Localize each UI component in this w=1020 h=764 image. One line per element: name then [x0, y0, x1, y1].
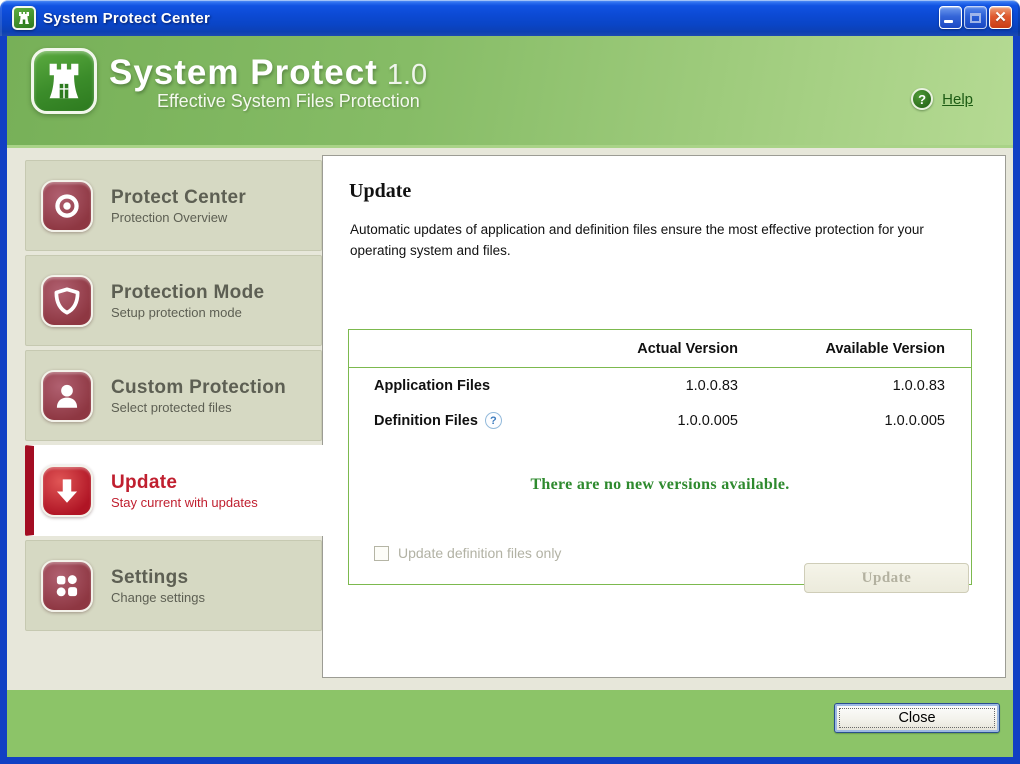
close-button[interactable]: Close: [834, 703, 1000, 733]
user-icon: [41, 369, 93, 422]
sidebar-item-subtitle: Select protected files: [111, 399, 232, 415]
sidebar-item-custom-protection[interactable]: Custom Protection Select protected files: [25, 350, 322, 441]
update-definition-only-checkbox[interactable]: [374, 545, 389, 561]
status-message: There are no new versions available.: [530, 476, 790, 493]
header-banner: System Protect 1.0 Effective System File…: [7, 36, 1013, 148]
download-arrow-icon: [41, 464, 93, 517]
update-panel: Update Automatic updates of application …: [322, 155, 1006, 678]
sidebar-item-subtitle: Stay current with updates: [111, 494, 258, 510]
app-name: System Protect: [109, 53, 378, 92]
sidebar-item-settings[interactable]: Settings Change settings: [25, 540, 322, 631]
sidebar-item-title: Protect Center: [111, 186, 247, 208]
page-title: Update: [349, 180, 412, 202]
sidebar-item-title: Custom Protection: [111, 376, 287, 398]
version-table: Actual Version Available Version Applica…: [348, 329, 972, 585]
window-title: System Protect Center: [43, 9, 211, 27]
page-description: Automatic updates of application and def…: [350, 222, 924, 258]
window-body: System Protect 1.0 Effective System File…: [0, 36, 1020, 764]
sidebar-item-title: Settings: [111, 566, 189, 588]
sidebar-item-subtitle: Setup protection mode: [111, 304, 242, 320]
maximize-button[interactable]: [964, 6, 987, 29]
help-link[interactable]: ? Help: [911, 88, 973, 110]
target-icon: [41, 179, 93, 232]
app-tagline: Effective System Files Protection: [157, 91, 420, 111]
close-icon: ✕: [994, 9, 1007, 26]
help-icon: ?: [911, 88, 934, 110]
sidebar-item-subtitle: Protection Overview: [111, 209, 228, 225]
available-version-value: 1.0.0.83: [892, 377, 945, 394]
sidebar-item-title: Update: [111, 471, 178, 493]
close-button-label: Close: [898, 710, 936, 726]
titlebar: System Protect Center ✕: [0, 0, 1020, 36]
update-definition-only-option: Update definition files only: [374, 545, 561, 561]
shield-icon: [41, 274, 93, 327]
footer-bar: Close: [7, 690, 1013, 757]
row-label: Application Files: [374, 377, 491, 394]
available-version-value: 1.0.0.005: [884, 412, 945, 429]
minimize-icon: [944, 20, 953, 23]
actual-version-value: 1.0.0.83: [685, 377, 738, 394]
column-header-blank: [374, 341, 570, 357]
table-header-row: Actual Version Available Version: [349, 330, 971, 368]
window-controls: ✕: [939, 6, 1012, 29]
puzzle-icon: [41, 559, 93, 612]
maximize-icon: [970, 12, 981, 23]
castle-app-icon: [12, 6, 36, 30]
table-row-definition-files: Definition Files ? 1.0.0.005 1.0.0.005: [349, 403, 971, 438]
sidebar-nav: Protect Center Protection Overview Prote…: [25, 160, 327, 635]
close-window-button[interactable]: ✕: [989, 6, 1012, 29]
row-label: Definition Files ?: [374, 412, 570, 429]
column-header-actual-version: Actual Version: [637, 341, 738, 357]
castle-logo-icon: [31, 48, 97, 114]
app-window: System Protect Center ✕ System Protect 1…: [0, 0, 1020, 764]
definition-files-help-icon[interactable]: ?: [484, 412, 502, 429]
sidebar-item-update[interactable]: Update Stay current with updates: [25, 445, 327, 536]
sidebar-item-title: Protection Mode: [111, 281, 265, 303]
brand-block: System Protect 1.0 Effective System File…: [109, 53, 427, 112]
checkbox-label: Update definition files only: [398, 545, 562, 561]
sidebar-item-protect-center[interactable]: Protect Center Protection Overview: [25, 160, 322, 251]
actual-version-value: 1.0.0.005: [677, 412, 738, 429]
help-label: Help: [942, 90, 973, 108]
minimize-button[interactable]: [939, 6, 962, 29]
update-button[interactable]: Update: [804, 563, 969, 593]
table-row-application-files: Application Files 1.0.0.83 1.0.0.83: [349, 368, 971, 403]
sidebar-item-protection-mode[interactable]: Protection Mode Setup protection mode: [25, 255, 322, 346]
sidebar-item-subtitle: Change settings: [111, 589, 205, 605]
column-header-available-version: Available Version: [825, 341, 945, 357]
app-version: 1.0: [386, 59, 428, 91]
